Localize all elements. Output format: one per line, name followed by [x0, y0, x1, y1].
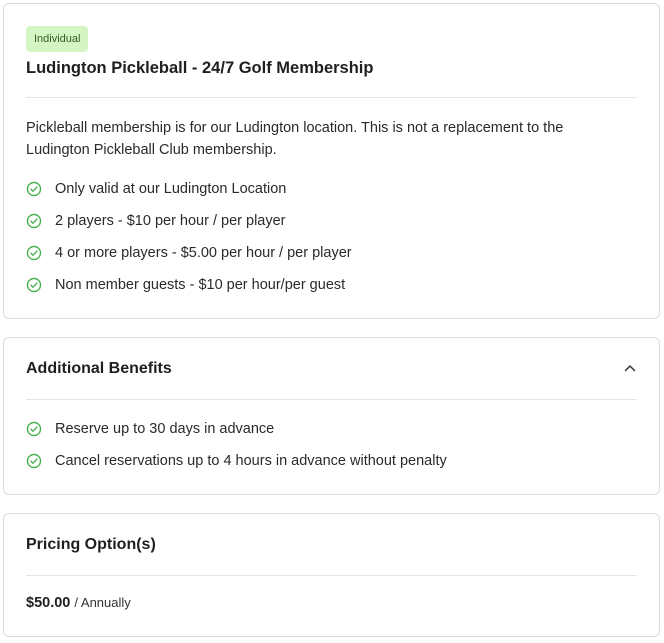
membership-description: Pickleball membership is for our Ludingt…	[26, 120, 564, 158]
feature-list: Only valid at our Ludington Location 2 p…	[26, 173, 352, 301]
pricing-card: Pricing Option(s) $50.00 / Annually	[3, 513, 660, 637]
benefits-header[interactable]: Additional Benefits	[4, 338, 659, 398]
benefit-item: Cancel reservations up to 4 hours in adv…	[26, 445, 447, 477]
chevron-up-icon[interactable]	[623, 361, 637, 375]
check-circle-icon	[26, 181, 42, 197]
divider	[26, 399, 637, 400]
benefits-list: Reserve up to 30 days in advance Cancel …	[26, 413, 447, 477]
benefits-card: Additional Benefits Reserve up to 30 day…	[3, 337, 660, 495]
feature-item: 2 players - $10 per hour / per player	[26, 205, 352, 237]
check-circle-icon	[26, 277, 42, 293]
membership-card: Individual Ludington Pickleball - 24/7 G…	[3, 3, 660, 319]
membership-title: Ludington Pickleball - 24/7 Golf Members…	[26, 59, 374, 77]
feature-text: 4 or more players - $5.00 per hour / per…	[55, 245, 352, 261]
feature-item: Non member guests - $10 per hour/per gue…	[26, 269, 352, 301]
feature-item: 4 or more players - $5.00 per hour / per…	[26, 237, 352, 269]
membership-type-badge: Individual	[26, 26, 89, 52]
check-circle-icon	[26, 213, 42, 229]
benefit-item: Reserve up to 30 days in advance	[26, 413, 447, 445]
benefit-text: Reserve up to 30 days in advance	[55, 421, 275, 437]
benefit-text: Cancel reservations up to 4 hours in adv…	[55, 453, 447, 469]
check-circle-icon	[26, 421, 42, 437]
feature-text: Only valid at our Ludington Location	[55, 181, 287, 197]
price-option: $50.00 / Annually	[26, 595, 131, 611]
benefits-title: Additional Benefits	[26, 360, 172, 377]
feature-text: 2 players - $10 per hour / per player	[55, 213, 286, 229]
divider	[26, 97, 637, 98]
feature-item: Only valid at our Ludington Location	[26, 173, 352, 205]
price-amount: $50.00	[26, 595, 71, 611]
check-circle-icon	[26, 245, 42, 261]
divider	[26, 575, 637, 576]
pricing-title: Pricing Option(s)	[26, 536, 156, 553]
feature-text: Non member guests - $10 per hour/per gue…	[55, 277, 346, 293]
check-circle-icon	[26, 453, 42, 469]
price-period: / Annually	[74, 595, 131, 610]
